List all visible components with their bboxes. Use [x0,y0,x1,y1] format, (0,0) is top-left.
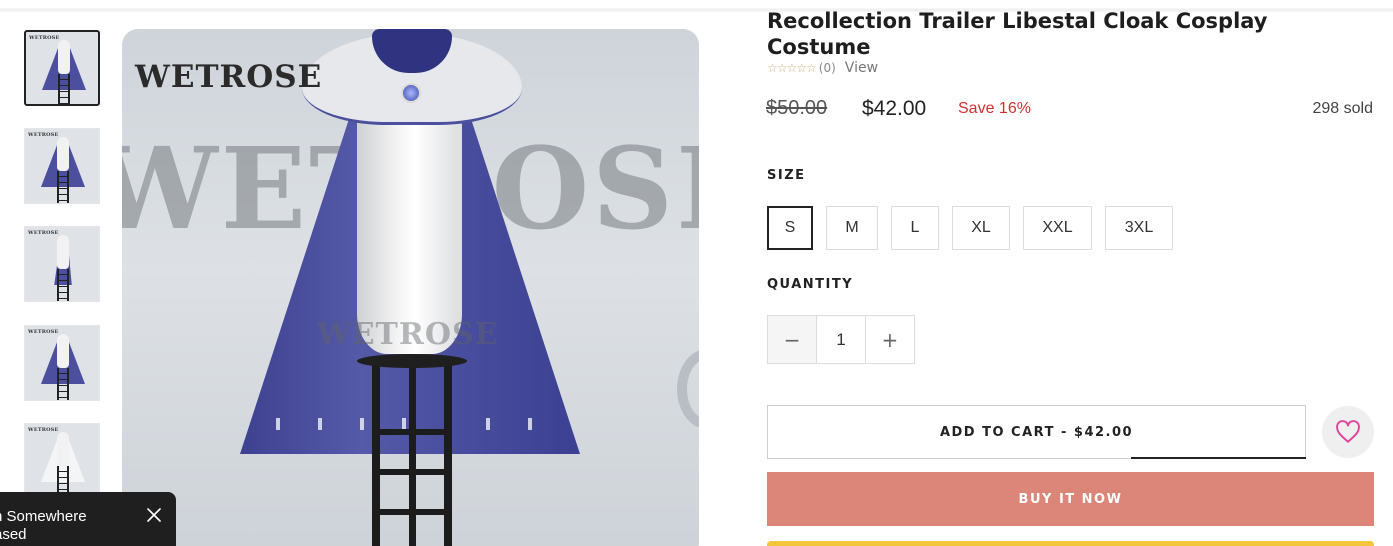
thumbnail-5[interactable]: WETROSE [24,423,100,499]
stool-rung [380,469,444,475]
stool-leg [444,364,452,546]
close-icon[interactable] [145,506,163,524]
add-to-cart-progress-line [1131,457,1306,459]
main-product-image[interactable]: WETROSE WETROSE WETROSE [122,29,699,546]
thumbnail-mannequin [57,235,69,269]
buy-it-now-button[interactable]: BUY IT NOW [767,472,1374,526]
stool-leg [372,364,380,546]
size-option-xxl[interactable]: XXL [1023,206,1092,250]
add-to-cart-button[interactable]: ADD TO CART - $42.00 [767,405,1306,459]
quantity-increase-button[interactable]: + [865,316,914,363]
thumbnail-stool [57,171,69,203]
quantity-input[interactable]: 1 [816,316,866,363]
thumbnail-4[interactable]: WETROSE [24,325,100,401]
size-option-s[interactable]: S [767,206,813,250]
thumbnail-brand-text: WETROSE [28,427,59,433]
brand-logo: WETROSE [135,59,323,95]
view-reviews-link[interactable]: View [845,60,878,76]
thumbnail-mannequin [57,432,69,466]
size-option-l[interactable]: L [891,206,939,250]
size-option-3xl[interactable]: 3XL [1105,206,1173,250]
sold-count: 298 sold [1312,100,1374,117]
size-selector: S M L XL XXL 3XL [767,206,1173,250]
thumbnail-3[interactable]: WETROSE [24,226,100,302]
stool-rung [380,509,444,515]
thumbnail-mannequin [58,40,70,74]
quantity-label: QUANTITY [767,277,854,292]
toast-message: n Somewhere ased [0,508,87,543]
product-title: Recollection Trailer Libestal Cloak Cosp… [767,9,1268,59]
thumbnail-mannequin [57,334,69,368]
purchase-notification-toast[interactable]: n Somewhere ased [0,492,176,546]
background-prop [677,349,699,429]
wishlist-button[interactable] [1322,406,1374,458]
current-price: $42.00 [862,97,927,120]
thumbnail-2[interactable]: WETROSE [24,128,100,204]
watermark-small: WETROSE [317,317,499,352]
thumbnail-mannequin [57,137,69,171]
thumbnail-brand-text: WETROSE [28,132,59,138]
thumbnail-1[interactable]: WETROSE [24,30,100,106]
compare-price: $50.00 [766,97,828,119]
thumbnail-stool [58,74,70,104]
stool-seat [357,354,467,368]
size-option-xl[interactable]: XL [952,206,1010,250]
thumbnail-stool [57,269,69,301]
brooch-icon [401,83,421,103]
minus-icon: − [783,327,801,352]
rating-summary: ☆☆☆☆☆ (0) View [767,60,878,76]
size-option-m[interactable]: M [826,206,878,250]
quantity-stepper: − 1 + [767,315,915,364]
thumbnail-brand-text: WETROSE [29,35,60,41]
quantity-decrease-button[interactable]: − [768,316,817,363]
thumbnail-brand-text: WETROSE [28,329,59,335]
heart-icon [1336,420,1360,443]
rating-stars-icon: ☆☆☆☆☆ [767,61,817,75]
stool-rung [380,429,444,435]
thumbnail-brand-text: WETROSE [28,230,59,236]
express-checkout-button[interactable] [767,541,1374,546]
save-badge: Save 16% [958,100,1031,117]
stool-leg [409,364,416,546]
rating-count: (0) [818,61,836,75]
thumbnail-stool [57,368,69,400]
size-label: SIZE [767,168,806,183]
plus-icon: + [881,327,899,352]
